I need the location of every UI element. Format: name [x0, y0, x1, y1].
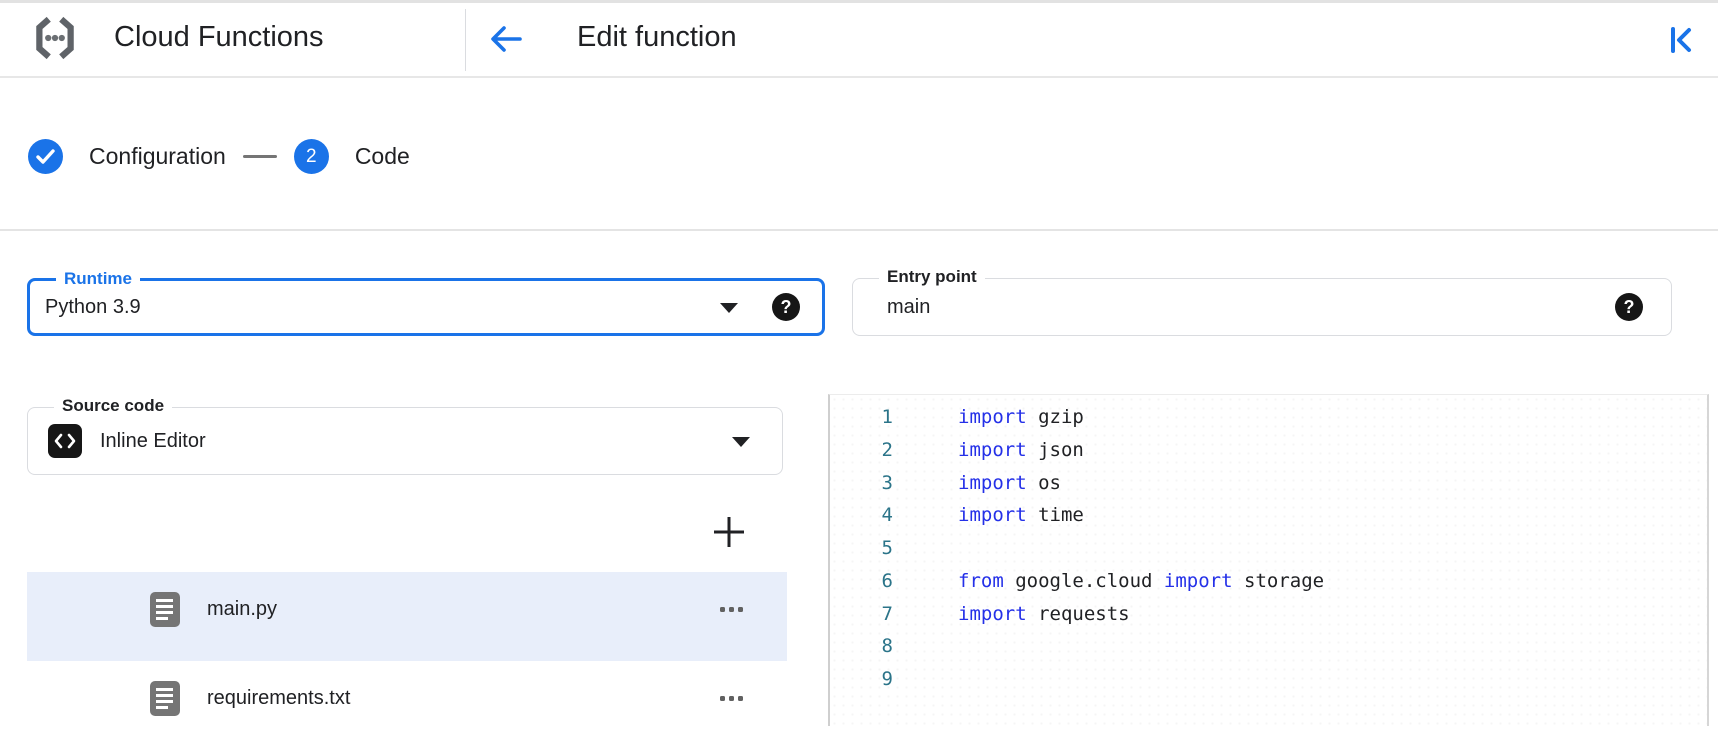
step-configuration[interactable]: Configuration — [28, 139, 226, 174]
line-number: 9 — [830, 663, 893, 696]
runtime-value: Python 3.9 — [45, 281, 141, 333]
file-icon — [150, 681, 180, 716]
code-line: 2 import json — [830, 434, 1707, 467]
line-number: 6 — [830, 565, 893, 598]
code-icon — [48, 424, 82, 458]
line-code: import time — [893, 499, 1084, 532]
file-more-button[interactable] — [718, 601, 745, 618]
step-complete-check-icon — [28, 139, 63, 174]
line-code: import os — [893, 467, 1061, 500]
entry-point-value: main — [887, 279, 930, 335]
line-number: 2 — [830, 434, 893, 467]
file-name: main.py — [207, 598, 277, 621]
add-file-button[interactable] — [710, 512, 750, 552]
step-code[interactable]: 2 Code — [294, 139, 410, 174]
line-number: 8 — [830, 630, 893, 663]
entry-point-field[interactable]: Entry point main ? — [852, 278, 1672, 336]
line-number: 3 — [830, 467, 893, 500]
product-title: Cloud Functions — [114, 21, 324, 54]
code-line: 1 import gzip — [830, 401, 1707, 434]
code-line: 3 import os — [830, 467, 1707, 500]
app-header: Cloud Functions Edit function — [0, 3, 1718, 78]
code-line: 8 — [830, 630, 1707, 663]
line-code: import json — [893, 434, 1084, 467]
code-editor[interactable]: 1 import gzip 2 import json 3 import os … — [828, 394, 1709, 726]
arrow-back-icon — [486, 19, 528, 59]
cloud-functions-logo-icon — [30, 13, 80, 63]
more-horiz-icon — [720, 696, 743, 701]
file-icon — [150, 592, 180, 627]
step-connector — [243, 155, 277, 158]
line-code — [893, 532, 958, 565]
code-lines: 1 import gzip 2 import json 3 import os … — [830, 401, 1707, 696]
line-number: 4 — [830, 499, 893, 532]
line-code: import requests — [893, 598, 1130, 631]
dropdown-arrow-icon[interactable] — [720, 303, 738, 313]
line-code: import gzip — [893, 401, 1084, 434]
code-line: 4 import time — [830, 499, 1707, 532]
code-line: 5 — [830, 532, 1707, 565]
plus-icon — [710, 513, 750, 551]
collapse-panel-button[interactable] — [1663, 21, 1701, 59]
code-line: 9 — [830, 663, 1707, 696]
code-line: 7 import requests — [830, 598, 1707, 631]
line-number: 1 — [830, 401, 893, 434]
more-horiz-icon — [720, 607, 743, 612]
step-number-badge: 2 — [294, 139, 329, 174]
source-code-dropdown-arrow-icon[interactable] — [732, 437, 750, 447]
runtime-select[interactable]: Runtime Python 3.9 ? — [27, 278, 825, 336]
line-code — [893, 663, 958, 696]
line-code — [893, 630, 958, 663]
file-list: main.py requirements.txt — [27, 572, 787, 750]
line-code: from google.cloud import storage — [893, 565, 1324, 598]
file-row[interactable]: requirements.txt — [27, 661, 787, 750]
entry-point-help-button[interactable]: ? — [1615, 293, 1643, 321]
back-button[interactable] — [486, 18, 528, 60]
step-code-label: Code — [355, 143, 410, 170]
runtime-help-button[interactable]: ? — [772, 293, 800, 321]
step-configuration-label: Configuration — [89, 143, 226, 170]
collapse-panel-icon — [1663, 22, 1701, 58]
header-divider — [465, 9, 466, 71]
stepper: Configuration 2 Code — [28, 139, 410, 174]
section-divider — [0, 229, 1718, 231]
page-title: Edit function — [577, 21, 737, 54]
code-line: 6 from google.cloud import storage — [830, 565, 1707, 598]
source-code-select[interactable]: Source code Inline Editor — [27, 407, 783, 475]
source-code-value: Inline Editor — [100, 408, 206, 474]
file-more-button[interactable] — [718, 690, 745, 707]
file-name: requirements.txt — [207, 687, 350, 710]
line-number: 7 — [830, 598, 893, 631]
line-number: 5 — [830, 532, 893, 565]
file-row[interactable]: main.py — [27, 572, 787, 661]
